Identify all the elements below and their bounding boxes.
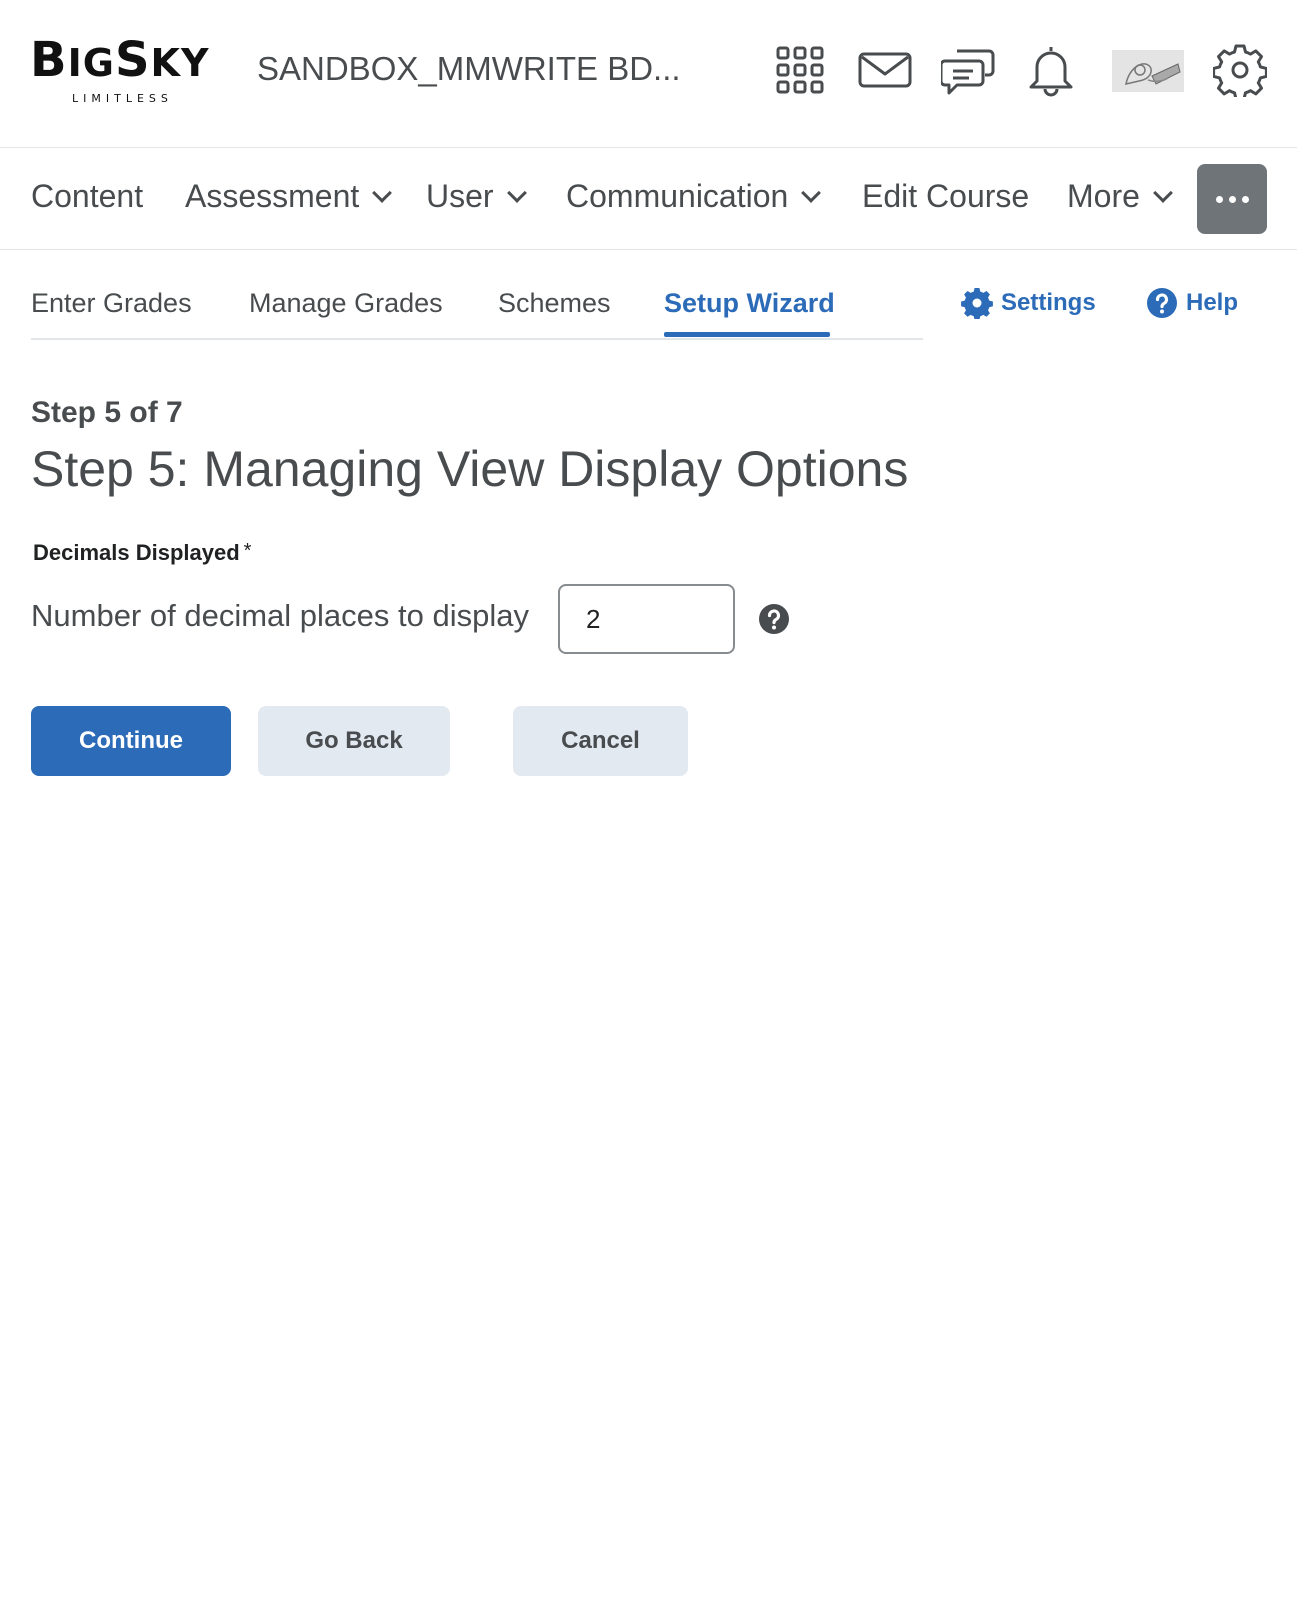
course-title[interactable]: SANDBOX_MMWRITE BD... bbox=[257, 50, 681, 88]
help-link[interactable]: Help bbox=[1146, 287, 1238, 319]
nav-item-label: Edit Course bbox=[862, 178, 1030, 214]
bigsky-logo[interactable]: BIGSKY LIMITLESS bbox=[30, 36, 230, 106]
course-navbar: Content Assessment User Communication Ed… bbox=[0, 148, 1297, 250]
cancel-button[interactable]: Cancel bbox=[513, 706, 688, 776]
help-icon bbox=[1147, 288, 1177, 318]
nav-item-content[interactable]: Content bbox=[31, 178, 143, 215]
logo-wordmark: BIGSKY bbox=[30, 32, 210, 88]
required-marker: * bbox=[243, 540, 252, 562]
gear-icon[interactable] bbox=[1212, 42, 1268, 98]
tab-setup-wizard[interactable]: Setup Wizard bbox=[664, 288, 835, 319]
field-label-text: Decimals Displayed bbox=[33, 540, 240, 565]
go-back-button[interactable]: Go Back bbox=[258, 706, 450, 776]
logo-tagline: LIMITLESS bbox=[72, 92, 173, 105]
continue-button[interactable]: Continue bbox=[31, 706, 231, 776]
nav-item-label: Assessment bbox=[185, 178, 360, 214]
nav-item-label: Communication bbox=[566, 178, 789, 214]
ellipsis-dot bbox=[1228, 195, 1236, 203]
nav-item-edit-course[interactable]: Edit Course bbox=[862, 178, 1029, 215]
apps-grid-icon[interactable] bbox=[772, 42, 828, 98]
page-title: Step 5: Managing View Display Options bbox=[31, 441, 909, 497]
decimals-field-label: Decimals Displayed * bbox=[33, 540, 251, 566]
tab-manage-grades[interactable]: Manage Grades bbox=[249, 288, 443, 319]
mail-icon[interactable] bbox=[857, 42, 913, 98]
settings-label: Settings bbox=[1001, 289, 1096, 316]
question-mark-icon[interactable] bbox=[758, 603, 790, 635]
ellipsis-dot bbox=[1241, 195, 1249, 203]
decimal-places-prompt: Number of decimal places to display bbox=[31, 598, 529, 633]
nav-item-assessment[interactable]: Assessment bbox=[185, 178, 393, 215]
ellipsis-icon bbox=[1215, 195, 1223, 203]
nav-item-communication[interactable]: Communication bbox=[566, 178, 822, 215]
user-avatar[interactable] bbox=[1112, 50, 1184, 92]
step-counter: Step 5 of 7 bbox=[31, 396, 183, 429]
grades-tabs: Enter Grades Manage Grades Schemes Setup… bbox=[31, 258, 923, 340]
top-header: BIGSKY LIMITLESS SANDBOX_MMWRITE BD... bbox=[0, 0, 1297, 148]
overflow-menu-button[interactable] bbox=[1197, 164, 1267, 234]
chevron-down-icon bbox=[506, 182, 527, 203]
chevron-down-icon bbox=[372, 182, 393, 203]
nav-item-label: More bbox=[1067, 178, 1140, 214]
tab-enter-grades[interactable]: Enter Grades bbox=[31, 288, 192, 319]
active-tab-indicator bbox=[664, 332, 830, 337]
settings-link[interactable]: Settings bbox=[961, 287, 1096, 319]
nav-item-user[interactable]: User bbox=[426, 178, 527, 215]
decimal-places-input[interactable] bbox=[558, 584, 735, 654]
help-label: Help bbox=[1186, 289, 1239, 316]
nav-item-label: Content bbox=[31, 178, 144, 214]
gear-icon bbox=[961, 288, 993, 319]
nav-item-more[interactable]: More bbox=[1067, 178, 1173, 215]
chat-icon[interactable] bbox=[940, 42, 996, 98]
bell-icon[interactable] bbox=[1023, 42, 1079, 98]
tab-schemes[interactable]: Schemes bbox=[498, 288, 611, 319]
chevron-down-icon bbox=[801, 182, 822, 203]
nav-item-label: User bbox=[426, 178, 494, 214]
chevron-down-icon bbox=[1153, 182, 1173, 203]
